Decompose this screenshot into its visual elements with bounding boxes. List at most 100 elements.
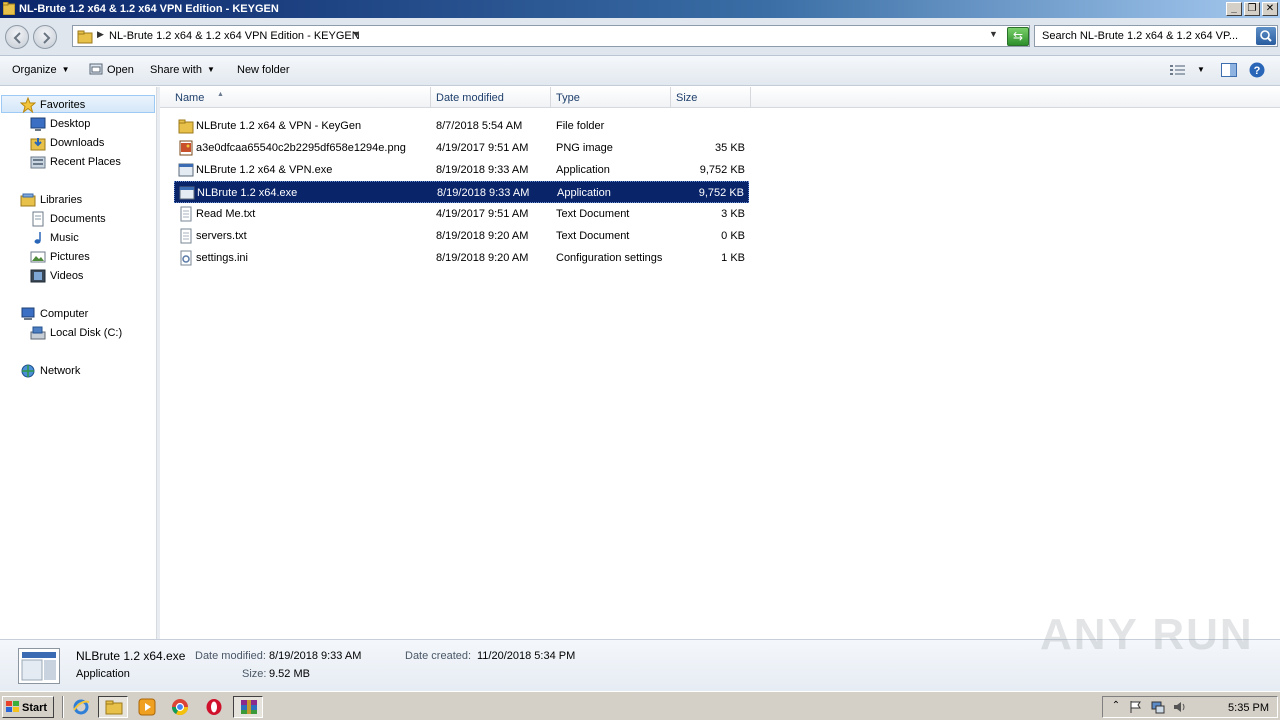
column-header-row: Name ▲ Date modified Type Size bbox=[160, 87, 1280, 108]
nav-videos-label: Videos bbox=[50, 270, 84, 282]
file-size: 1 KB bbox=[721, 252, 745, 264]
volume-icon[interactable] bbox=[1173, 700, 1187, 714]
file-date-modified: 4/19/2017 9:51 AM bbox=[436, 208, 529, 220]
file-type: PNG image bbox=[556, 142, 613, 154]
internet-explorer-icon[interactable] bbox=[72, 698, 90, 716]
recent-places-icon bbox=[30, 156, 46, 169]
close-button[interactable]: ✕ bbox=[1262, 2, 1278, 16]
winrar-icon bbox=[241, 700, 257, 714]
forward-arrow-icon bbox=[43, 32, 51, 44]
taskbar-winrar-button[interactable] bbox=[233, 696, 263, 718]
file-row[interactable]: NLBrute 1.2 x64 & VPN.exe 8/19/2018 9:33 … bbox=[174, 159, 749, 181]
view-options-dropdown-icon[interactable]: ▼ bbox=[1197, 65, 1205, 74]
network-status-icon[interactable] bbox=[1151, 700, 1165, 714]
breadcrumb-dropdown-icon[interactable]: ▼ bbox=[352, 29, 361, 39]
details-date-created-value: 11/20/2018 5:34 PM bbox=[477, 650, 576, 662]
start-button[interactable]: Start bbox=[2, 696, 54, 718]
file-type: File folder bbox=[556, 120, 605, 132]
nav-documents-label: Documents bbox=[50, 213, 106, 225]
breadcrumb-current-folder[interactable]: NL-Brute 1.2 x64 & 1.2 x64 VPN Edition -… bbox=[109, 30, 360, 42]
file-name: Read Me.txt bbox=[196, 208, 256, 220]
column-header-name[interactable]: Name ▲ bbox=[170, 87, 431, 108]
text-file-icon bbox=[180, 228, 192, 244]
action-center-flag-icon[interactable] bbox=[1129, 700, 1143, 714]
window-title: NL-Brute 1.2 x64 & 1.2 x64 VPN Edition -… bbox=[19, 3, 279, 15]
refresh-button[interactable]: ⇆ bbox=[1007, 27, 1029, 46]
nav-favorites[interactable]: Favorites bbox=[1, 95, 155, 113]
details-file-type: Application bbox=[76, 668, 130, 680]
file-row[interactable]: Read Me.txt 4/19/2017 9:51 AM Text Documen… bbox=[174, 203, 749, 225]
clock[interactable]: 5:35 PM bbox=[1228, 702, 1269, 714]
file-row[interactable]: a3e0dfcaa65540c2b2295df658e1294e.png 4/19… bbox=[174, 137, 749, 159]
details-date-modified-value: 8/19/2018 9:33 AM bbox=[269, 650, 362, 662]
minimize-button[interactable]: _ bbox=[1226, 2, 1242, 16]
media-player-icon[interactable] bbox=[138, 698, 156, 716]
details-date-created-label: Date created: bbox=[405, 650, 472, 662]
open-button[interactable]: Open bbox=[107, 64, 134, 76]
search-input[interactable]: Search NL-Brute 1.2 x64 & 1.2 x64 VP... bbox=[1034, 25, 1278, 47]
opera-icon[interactable] bbox=[205, 698, 223, 716]
file-size: 9,752 KB bbox=[699, 164, 745, 176]
maximize-button[interactable]: ❐ bbox=[1244, 2, 1260, 16]
downloads-folder-icon bbox=[30, 138, 46, 151]
chevron-down-icon: ▼ bbox=[206, 65, 215, 74]
videos-icon bbox=[30, 269, 46, 283]
file-size: 3 KB bbox=[721, 208, 745, 220]
nav-libraries-label: Libraries bbox=[40, 194, 83, 206]
share-with-label: Share with bbox=[150, 64, 202, 76]
column-header-type-label: Type bbox=[556, 92, 580, 104]
folder-icon bbox=[3, 2, 15, 15]
application-icon bbox=[18, 648, 60, 684]
preview-pane-icon[interactable] bbox=[1221, 63, 1237, 77]
column-header-type[interactable]: Type bbox=[551, 87, 671, 108]
change-view-icon[interactable] bbox=[1170, 64, 1186, 76]
column-header-size[interactable]: Size bbox=[671, 87, 751, 108]
organize-button[interactable]: Organize ▼ bbox=[12, 64, 70, 76]
documents-icon bbox=[32, 211, 44, 227]
share-with-button[interactable]: Share with ▼ bbox=[150, 64, 215, 76]
file-row[interactable]: NLBrute 1.2 x64 & VPN - KeyGen 8/7/2018 5… bbox=[174, 115, 749, 137]
show-hidden-icons-icon[interactable]: ⌃ bbox=[1109, 700, 1123, 714]
nav-pictures-label: Pictures bbox=[50, 251, 90, 263]
file-name: settings.ini bbox=[196, 252, 248, 264]
hard-drive-icon bbox=[30, 326, 46, 340]
search-icon bbox=[1260, 30, 1272, 42]
file-name: servers.txt bbox=[196, 230, 247, 242]
search-button[interactable] bbox=[1256, 27, 1276, 45]
nav-computer-label: Computer bbox=[40, 308, 89, 320]
nav-favorites-label: Favorites bbox=[40, 99, 86, 111]
column-header-date[interactable]: Date modified bbox=[431, 87, 551, 108]
nav-desktop-label: Desktop bbox=[50, 118, 91, 130]
text-file-icon bbox=[180, 206, 192, 222]
nav-recent-places-label: Recent Places bbox=[50, 156, 121, 168]
details-file-name: NLBrute 1.2 x64.exe bbox=[76, 649, 186, 663]
window-title-bar[interactable]: NL-Brute 1.2 x64 & 1.2 x64 VPN Edition -… bbox=[0, 0, 1280, 18]
column-header-name-label: Name bbox=[175, 92, 205, 104]
chrome-icon[interactable] bbox=[171, 698, 189, 716]
file-row[interactable]: servers.txt 8/19/2018 9:20 AM Text Documen… bbox=[174, 225, 749, 247]
nav-downloads-label: Downloads bbox=[50, 137, 105, 149]
desktop-icon bbox=[30, 117, 46, 131]
music-icon bbox=[34, 232, 41, 244]
details-date-modified-label: Date modified: bbox=[195, 650, 266, 662]
back-button[interactable] bbox=[5, 25, 29, 49]
help-icon[interactable]: ? bbox=[1249, 62, 1265, 78]
image-file-icon bbox=[179, 140, 193, 156]
taskbar-explorer-button[interactable] bbox=[98, 696, 128, 718]
chevron-down-icon: ▼ bbox=[61, 65, 70, 74]
forward-button[interactable] bbox=[33, 25, 57, 49]
refresh-icon: ⇆ bbox=[1012, 29, 1024, 43]
details-size-label: Size: bbox=[242, 668, 267, 680]
file-type: Application bbox=[556, 164, 610, 176]
address-bar[interactable]: ▶ NL-Brute 1.2 x64 & 1.2 x64 VPN Edition… bbox=[72, 25, 1030, 47]
file-type: Text Document bbox=[556, 208, 630, 220]
taskbar-separator bbox=[62, 696, 64, 718]
breadcrumb-chevron-icon[interactable]: ▶ bbox=[97, 29, 104, 40]
network-icon bbox=[21, 364, 35, 378]
new-folder-button[interactable]: New folder bbox=[237, 64, 290, 76]
svg-text:?: ? bbox=[1254, 65, 1261, 77]
file-row[interactable]: NLBrute 1.2 x64.exe 8/19/2018 9:33 AM Appl… bbox=[174, 181, 749, 203]
file-row[interactable]: settings.ini 8/19/2018 9:20 AM Configurati… bbox=[174, 247, 749, 269]
file-name: a3e0dfcaa65540c2b2295df658e1294e.png bbox=[196, 142, 406, 154]
address-history-dropdown-icon[interactable]: ▼ bbox=[989, 29, 998, 39]
